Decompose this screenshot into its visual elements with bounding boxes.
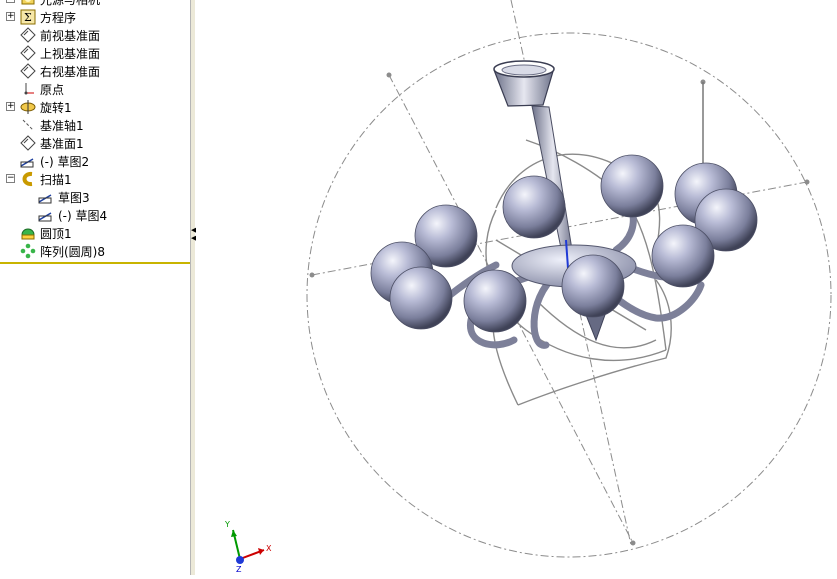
- reference-triad: X Y Z: [224, 520, 272, 574]
- construction-points: [309, 72, 810, 546]
- sweep-icon: [20, 171, 36, 187]
- tree-item[interactable]: 原点: [20, 80, 64, 98]
- collapse-arrow-icon[interactable]: ◀: [191, 227, 196, 234]
- rollback-bar[interactable]: [0, 262, 190, 264]
- circular-pattern-icon: [20, 243, 36, 259]
- tree-item[interactable]: − 扫描1: [6, 170, 72, 188]
- tree-item-label: 上视基准面: [40, 46, 101, 61]
- glass-sphere: [463, 269, 527, 333]
- tree-item-label: 阵列(圆周)8: [40, 244, 105, 259]
- triad-z-label: Z: [236, 565, 242, 574]
- tree-item[interactable]: 基准面1: [20, 134, 84, 152]
- tree-item[interactable]: 基准轴1: [20, 116, 84, 134]
- axis-icon: [20, 117, 36, 133]
- tree-item-label: 草图3: [58, 190, 90, 205]
- tree-item[interactable]: 右视基准面: [20, 62, 100, 80]
- glass-sphere: [651, 224, 715, 288]
- expand-icon[interactable]: +: [6, 12, 15, 21]
- glass-sphere: [502, 175, 566, 239]
- tree-item-label: (-) 草图2: [40, 154, 90, 169]
- tree-item[interactable]: + 旋转1: [6, 98, 72, 116]
- tree-item-label: 方程序: [40, 10, 77, 25]
- tree-item-label: 基准面1: [40, 136, 84, 151]
- expand-icon[interactable]: +: [6, 0, 15, 3]
- revolve-icon: [20, 99, 36, 115]
- dome-icon: [20, 225, 36, 241]
- tree-item[interactable]: + Σ 方程序: [6, 8, 77, 26]
- triad-x-label: X: [266, 544, 272, 553]
- plane-icon: [20, 45, 36, 61]
- sketch-icon: [20, 153, 36, 169]
- plane-icon: [20, 135, 36, 151]
- svg-text:Σ: Σ: [24, 11, 32, 24]
- glass-sphere: [600, 154, 664, 218]
- collapse-arrow-icon[interactable]: ◀: [191, 235, 196, 242]
- tree-item[interactable]: 前视基准面: [20, 26, 100, 44]
- tree-item[interactable]: 阵列(圆周)8: [20, 242, 105, 260]
- glass-sphere: [389, 266, 453, 330]
- tree-item-label: (-) 草图4: [58, 208, 108, 223]
- tree-item-label: 原点: [40, 82, 65, 97]
- triad-y-label: Y: [224, 520, 230, 529]
- expand-icon[interactable]: +: [6, 102, 15, 111]
- model-canvas[interactable]: X Y Z: [196, 0, 837, 575]
- tree-item[interactable]: 草图3: [38, 188, 90, 206]
- tree-item[interactable]: + 光源与相机: [6, 0, 100, 8]
- glass-sphere: [561, 254, 625, 318]
- plane-icon: [20, 27, 36, 43]
- origin-icon: [20, 81, 36, 97]
- collapse-icon[interactable]: −: [6, 174, 15, 183]
- tree-item-label: 旋转1: [40, 100, 72, 115]
- sketch-icon: [38, 207, 54, 223]
- tree-item-label: 光源与相机: [40, 0, 100, 8]
- tree-item[interactable]: 圆顶1: [20, 224, 72, 242]
- lights-cameras-icon: [20, 0, 36, 7]
- plane-icon: [20, 63, 36, 79]
- tree-item-label: 前视基准面: [40, 28, 101, 43]
- tree-item[interactable]: (-) 草图4: [38, 206, 107, 224]
- tree-item-label: 右视基准面: [40, 64, 101, 79]
- graphics-viewport[interactable]: X Y Z: [196, 0, 837, 575]
- tree-item[interactable]: (-) 草图2: [20, 152, 89, 170]
- tree-item[interactable]: 上视基准面: [20, 44, 100, 62]
- sketch-icon: [38, 189, 54, 205]
- tree-item-label: 扫描1: [40, 172, 72, 187]
- feature-manager-tree: + 光源与相机 + Σ 方程序前视基准面上视基准面右视基准面原点 + 旋转1 基准轴1 基准面1…: [0, 0, 190, 575]
- tree-item-label: 圆顶1: [40, 226, 72, 241]
- tree-item-label: 基准轴1: [40, 118, 84, 133]
- equations-icon: Σ: [20, 9, 36, 25]
